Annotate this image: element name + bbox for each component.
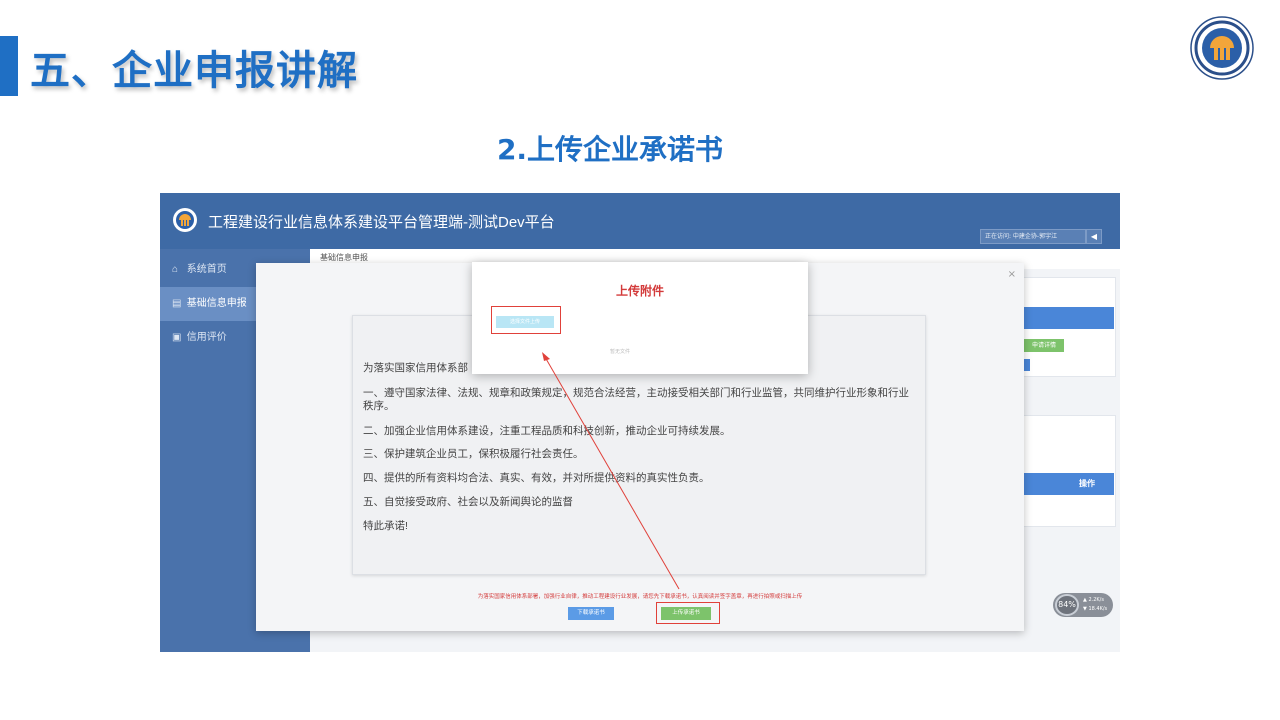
slide-subtitle: 2.上传企业承诺书 <box>496 133 724 166</box>
organization-logo-icon <box>1190 16 1254 80</box>
cpu-percent: 84% <box>1055 594 1079 616</box>
slide: 五、企业申报讲解 2.上传企业承诺书 工程建设行业信息体系建设平台管理端-测试D… <box>0 0 1280 720</box>
upload-speed: ▲ 2.2K/s <box>1083 597 1104 603</box>
title-accent-bar <box>0 36 18 96</box>
upload-speed-value: 2.2K/s <box>1088 597 1104 603</box>
annotation-arrow <box>542 352 680 590</box>
download-speed: ▼ 18.4K/s <box>1083 606 1108 612</box>
network-speed-widget: 84% ▲ 2.2K/s ▼ 18.4K/s <box>1053 593 1113 617</box>
download-speed-value: 18.4K/s <box>1088 606 1108 612</box>
slide-title: 五、企业申报讲解 <box>30 48 358 94</box>
app-screenshot: 工程建设行业信息体系建设平台管理端-测试Dev平台 正在访问: 中建企协-郭宇江… <box>160 193 1120 652</box>
